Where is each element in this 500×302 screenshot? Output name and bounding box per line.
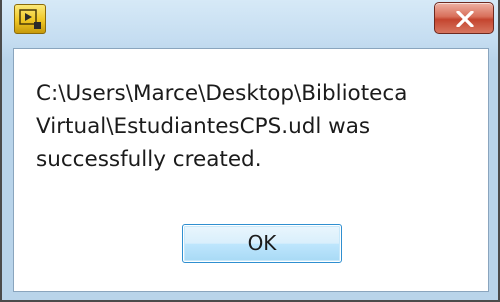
dialog-window: C:\Users\Marce\Desktop\Biblioteca Virtua… <box>0 0 500 302</box>
title-bar[interactable] <box>2 0 498 48</box>
ok-button[interactable]: OK <box>182 224 342 263</box>
dialog-body: C:\Users\Marce\Desktop\Biblioteca Virtua… <box>13 48 489 292</box>
message-line: successfully created. <box>36 147 262 172</box>
close-x-icon <box>456 11 474 27</box>
close-button[interactable] <box>434 2 494 34</box>
message-text: C:\Users\Marce\Desktop\Biblioteca Virtua… <box>36 77 476 176</box>
message-line: Virtual\EstudiantesCPS.udl was <box>36 114 371 139</box>
labview-run-icon <box>14 4 46 34</box>
message-line: C:\Users\Marce\Desktop\Biblioteca <box>36 81 408 106</box>
